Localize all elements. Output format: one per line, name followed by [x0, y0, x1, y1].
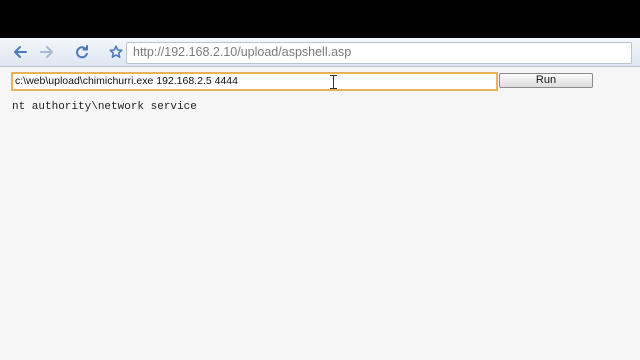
star-icon [109, 45, 123, 58]
command-output: nt authority\network service [12, 101, 197, 113]
bookmark-star-icon[interactable] [106, 42, 126, 62]
address-url: http://192.168.2.10/upload/aspshell.asp [133, 45, 352, 59]
address-bar[interactable]: http://192.168.2.10/upload/aspshell.asp [126, 42, 632, 64]
command-input[interactable] [11, 72, 498, 91]
reload-icon[interactable] [72, 42, 92, 62]
back-arrow-icon [14, 46, 27, 58]
text-cursor-icon [330, 75, 337, 89]
forward-arrow-icon [40, 46, 53, 58]
reload-arrow-icon [76, 45, 88, 59]
black-top-bar [0, 0, 640, 38]
forward-icon[interactable] [37, 42, 57, 62]
screen-frame: http://192.168.2.10/upload/aspshell.asp … [0, 0, 640, 360]
back-icon[interactable] [10, 42, 30, 62]
browser-toolbar: http://192.168.2.10/upload/aspshell.asp [0, 38, 640, 67]
web-page: Run nt authority\network service [0, 67, 640, 360]
run-button[interactable]: Run [499, 73, 593, 88]
browser-window: http://192.168.2.10/upload/aspshell.asp … [0, 38, 640, 360]
